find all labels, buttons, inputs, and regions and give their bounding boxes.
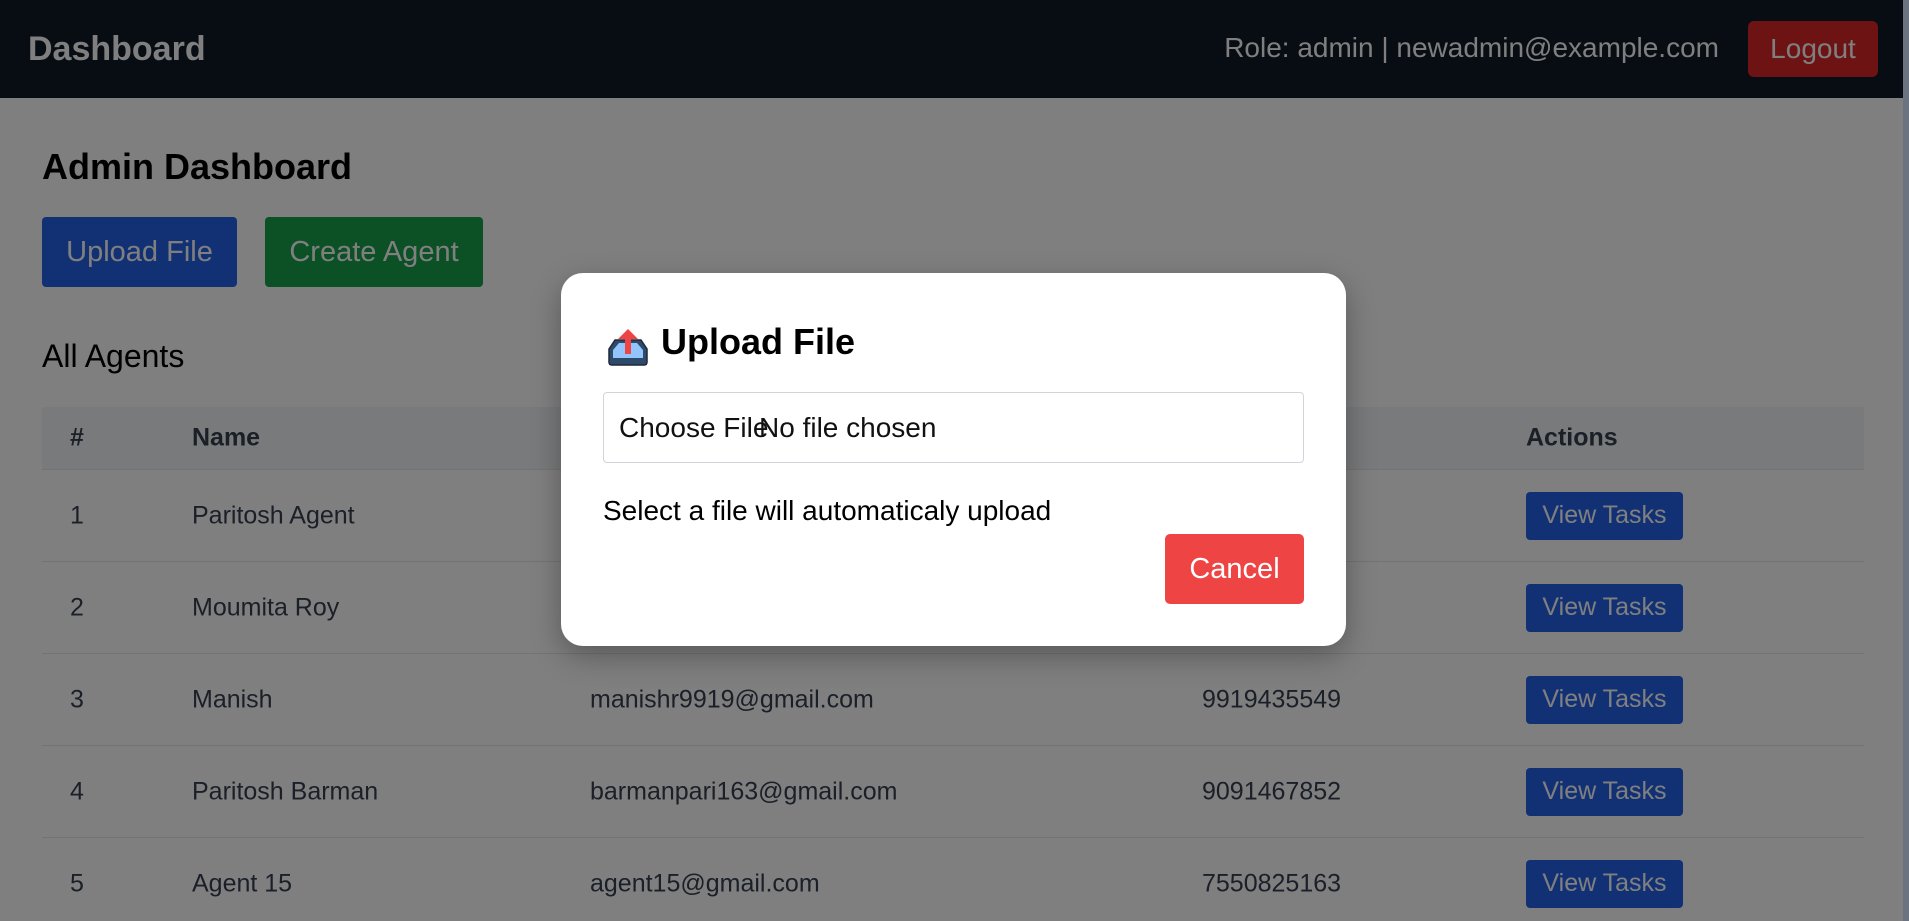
file-status-text: No file chosen <box>759 411 937 443</box>
upload-hint: Select a file will automaticaly upload <box>603 495 1052 526</box>
cancel-button[interactable]: Cancel <box>1165 534 1304 604</box>
scrollbar[interactable] <box>1903 0 1909 921</box>
modal-title: Upload File <box>661 321 856 362</box>
file-input[interactable]: Choose File No file chosen <box>603 392 1304 463</box>
upload-tray-icon <box>608 329 648 366</box>
choose-file-button[interactable]: Choose File <box>619 412 768 444</box>
upload-modal: Upload File Choose File No file chosen S… <box>561 273 1346 646</box>
